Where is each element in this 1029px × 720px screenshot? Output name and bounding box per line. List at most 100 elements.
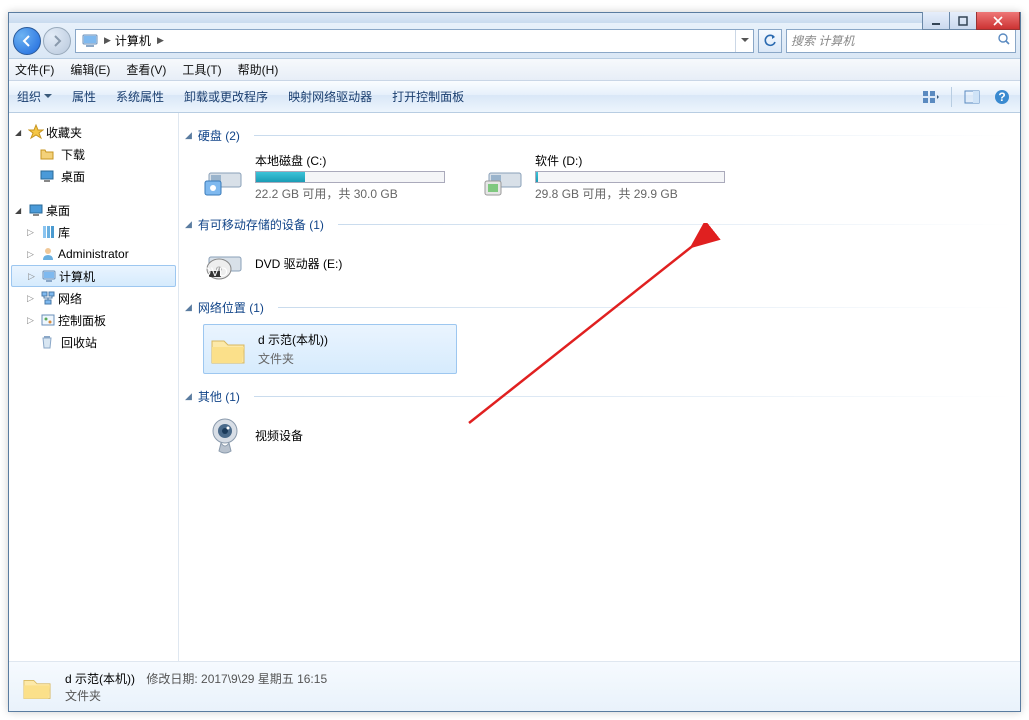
capacity-bar — [535, 171, 725, 183]
section-title: 网络位置 (1) — [198, 299, 264, 316]
details-name: d 示范(本机)) — [65, 672, 135, 686]
drive-name: 本地磁盘 (C:) — [255, 152, 453, 169]
dvd-drive[interactable]: DVD DVD 驱动器 (E:) — [203, 241, 453, 285]
drive-c[interactable]: 本地磁盘 (C:) 22.2 GB 可用，共 30.0 GB — [203, 152, 453, 202]
section-title: 硬盘 (2) — [198, 127, 240, 144]
computer-icon — [41, 268, 57, 284]
section-title: 其他 (1) — [198, 388, 240, 405]
hdd-icon — [203, 155, 247, 199]
video-device[interactable]: 视频设备 — [203, 413, 453, 457]
sidebar-label: 回收站 — [61, 334, 97, 351]
address-dropdown[interactable] — [735, 30, 753, 52]
titlebar[interactable] — [9, 13, 1020, 23]
sidebar-computer[interactable]: 计算机 — [11, 265, 176, 287]
sidebar-downloads[interactable]: 下载 — [9, 143, 178, 165]
toolbar-separator — [951, 87, 952, 107]
search-placeholder: 搜索 计算机 — [791, 32, 854, 49]
back-button[interactable] — [13, 27, 41, 55]
sidebar-label: 桌面 — [46, 202, 70, 219]
toolbar-uninstall[interactable]: 卸载或更改程序 — [184, 88, 268, 105]
section-removable[interactable]: ◢有可移动存储的设备 (1) — [185, 216, 1014, 233]
svg-text:DVD: DVD — [203, 265, 228, 279]
sidebar-desktop[interactable]: 桌面 — [9, 199, 178, 221]
drive-name: DVD 驱动器 (E:) — [255, 255, 453, 272]
sidebar-favorites[interactable]: 收藏夹 — [9, 121, 178, 143]
item-name: 视频设备 — [255, 427, 453, 444]
breadcrumb[interactable]: 计算机 — [115, 32, 151, 49]
favorites-icon — [28, 124, 44, 140]
refresh-button[interactable] — [758, 29, 782, 53]
toolbar-control-panel[interactable]: 打开控制面板 — [392, 88, 464, 105]
section-title: 有可移动存储的设备 (1) — [198, 216, 324, 233]
libraries-icon — [40, 224, 56, 240]
sidebar-network[interactable]: 网络 — [9, 287, 178, 309]
hdd-icon — [483, 155, 527, 199]
menu-bar: 文件(F) 编辑(E) 查看(V) 工具(T) 帮助(H) — [9, 59, 1020, 81]
folder-icon — [19, 669, 55, 705]
sidebar-recycle-bin[interactable]: 回收站 — [9, 331, 178, 353]
user-icon — [40, 246, 56, 262]
window-frame: ▶ 计算机 ▶ 搜索 计算机 文件(F) 编辑(E) 查看(V) 工具(T) 帮… — [8, 12, 1021, 712]
content-area: ◢硬盘 (2) 本地磁盘 (C:) 22.2 GB 可用，共 30.0 GB 软… — [179, 113, 1020, 661]
webcam-icon — [203, 413, 247, 457]
preview-pane-button[interactable] — [962, 87, 982, 107]
sidebar-control-panel[interactable]: 控制面板 — [9, 309, 178, 331]
sidebar-label: 桌面 — [61, 168, 85, 185]
sidebar-label: Administrator — [58, 247, 129, 261]
drive-name: 软件 (D:) — [535, 152, 733, 169]
maximize-button[interactable] — [949, 12, 977, 30]
sidebar-label: 计算机 — [59, 268, 95, 285]
breadcrumb-sep-icon: ▶ — [157, 35, 164, 46]
menu-help[interactable]: 帮助(H) — [238, 61, 279, 78]
drive-d[interactable]: 软件 (D:) 29.8 GB 可用，共 29.9 GB — [483, 152, 733, 202]
control-panel-icon — [40, 312, 56, 328]
search-box[interactable]: 搜索 计算机 — [786, 29, 1016, 53]
item-name: d 示范(本机)) — [258, 331, 454, 348]
nav-bar: ▶ 计算机 ▶ 搜索 计算机 — [9, 23, 1020, 59]
drive-freetext: 22.2 GB 可用，共 30.0 GB — [255, 185, 453, 202]
sidebar: 收藏夹 下载 桌面 桌面 库 Administrator — [9, 113, 179, 661]
address-bar[interactable]: ▶ 计算机 ▶ — [75, 29, 754, 53]
minimize-button[interactable] — [922, 12, 950, 30]
menu-view[interactable]: 查看(V) — [126, 61, 166, 78]
sidebar-desktop-shortcut[interactable]: 桌面 — [9, 165, 178, 187]
network-icon — [40, 290, 56, 306]
section-network[interactable]: ◢网络位置 (1) — [185, 299, 1014, 316]
downloads-icon — [39, 146, 55, 162]
help-button[interactable]: ? — [992, 87, 1012, 107]
folder-icon — [206, 327, 250, 371]
close-button[interactable] — [976, 12, 1020, 30]
svg-text:?: ? — [998, 90, 1005, 104]
menu-tools[interactable]: 工具(T) — [182, 61, 221, 78]
search-icon — [997, 32, 1011, 49]
sidebar-label: 收藏夹 — [46, 124, 82, 141]
sidebar-label: 库 — [58, 224, 70, 241]
menu-file[interactable]: 文件(F) — [15, 61, 54, 78]
capacity-bar — [255, 171, 445, 183]
dvd-icon: DVD — [203, 241, 247, 285]
menu-edit[interactable]: 编辑(E) — [70, 61, 110, 78]
body: 收藏夹 下载 桌面 桌面 库 Administrator — [9, 113, 1020, 661]
toolbar-organize[interactable]: 组织 — [17, 88, 52, 105]
sidebar-label: 下载 — [61, 146, 85, 163]
toolbar-map-drive[interactable]: 映射网络驱动器 — [288, 88, 372, 105]
forward-button[interactable] — [43, 27, 71, 55]
breadcrumb-sep-icon: ▶ — [104, 35, 111, 46]
network-location-item[interactable]: d 示范(本机)) 文件夹 — [203, 324, 457, 374]
toolbar-properties[interactable]: 属性 — [72, 88, 96, 105]
sidebar-user[interactable]: Administrator — [9, 243, 178, 265]
toolbar: 组织 属性 系统属性 卸载或更改程序 映射网络驱动器 打开控制面板 ? — [9, 81, 1020, 113]
drive-freetext: 29.8 GB 可用，共 29.9 GB — [535, 185, 733, 202]
details-meta-value: 2017\9\29 星期五 16:15 — [201, 672, 327, 686]
item-sub: 文件夹 — [258, 350, 454, 367]
details-pane: d 示范(本机)) 修改日期: 2017\9\29 星期五 16:15 文件夹 — [9, 661, 1020, 711]
details-meta-label: 修改日期: — [146, 672, 197, 686]
view-options-button[interactable] — [921, 87, 941, 107]
sidebar-label: 控制面板 — [58, 312, 106, 329]
sidebar-libraries[interactable]: 库 — [9, 221, 178, 243]
sidebar-label: 网络 — [58, 290, 82, 307]
section-hdd[interactable]: ◢硬盘 (2) — [185, 127, 1014, 144]
section-other[interactable]: ◢其他 (1) — [185, 388, 1014, 405]
desktop-icon — [28, 202, 44, 218]
toolbar-sys-properties[interactable]: 系统属性 — [116, 88, 164, 105]
